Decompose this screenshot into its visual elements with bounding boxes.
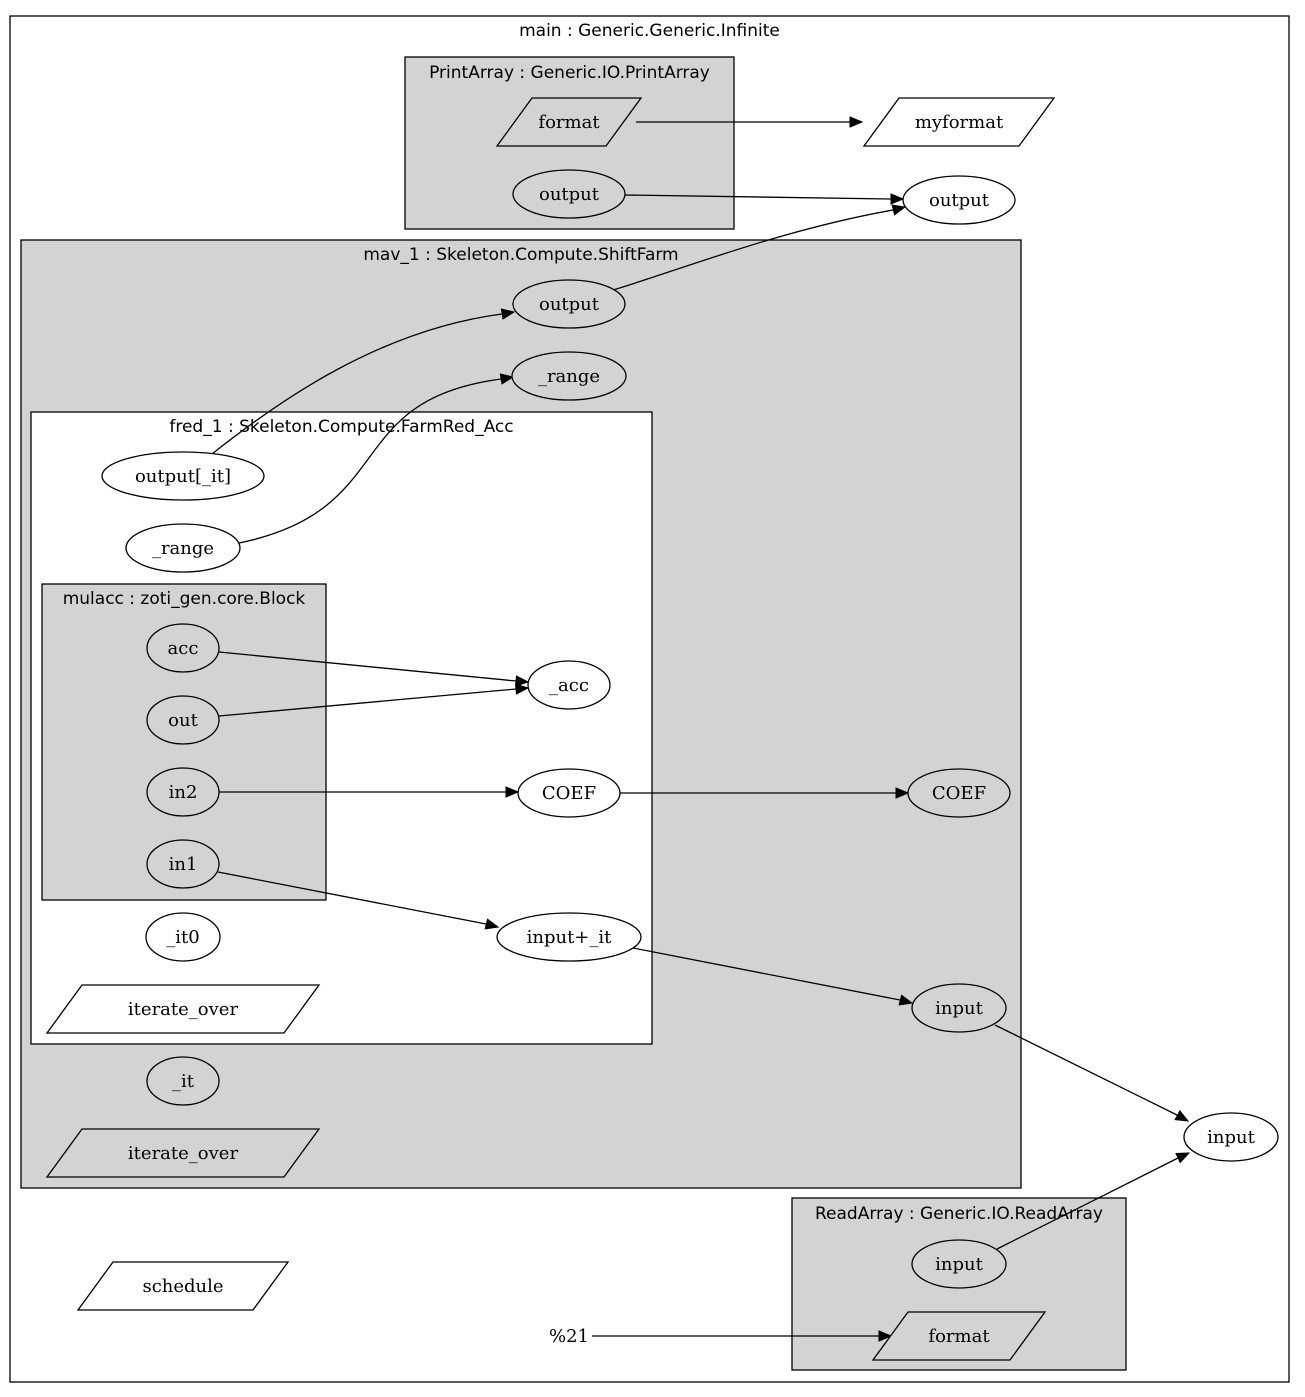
node-label: schedule	[142, 1276, 223, 1297]
node-fred-input-it[interactable]: input+_it	[496, 912, 642, 962]
node-fred-range[interactable]: _range	[125, 523, 241, 573]
cluster-label: fred_1 : Skeleton.Compute.FarmRed_Acc	[169, 417, 513, 437]
node-label: iterate_over	[128, 999, 239, 1020]
cluster-label: ReadArray : Generic.IO.ReadArray	[815, 1204, 1103, 1224]
node-mul-in1[interactable]: in1	[146, 839, 220, 889]
node-label: output[_it]	[135, 466, 231, 487]
node-label: output	[539, 184, 600, 205]
node-label: in2	[169, 782, 198, 803]
node-label: input	[935, 998, 983, 1019]
cluster-label: PrintArray : Generic.IO.PrintArray	[429, 63, 710, 83]
node-label: input	[935, 1254, 983, 1275]
node-mul-out[interactable]: out	[146, 695, 220, 745]
node-fred-iterate-over[interactable]: iterate_over	[45, 984, 321, 1034]
node-label: input	[1207, 1127, 1255, 1148]
node-label: _it	[172, 1071, 195, 1092]
node-mav-range[interactable]: _range	[511, 351, 627, 401]
node-label: input+_it	[527, 927, 613, 948]
node-label: out	[168, 710, 198, 731]
cluster-label: main : Generic.Generic.Infinite	[519, 21, 780, 41]
node-fred-it0[interactable]: _it0	[145, 912, 221, 962]
node-fred-coef[interactable]: COEF	[517, 768, 621, 818]
node-mul-in2[interactable]: in2	[146, 767, 220, 817]
node-label: in1	[169, 854, 198, 875]
node-mav-iterate-over[interactable]: iterate_over	[45, 1128, 321, 1178]
node-label: %21	[549, 1326, 589, 1347]
node-label: iterate_over	[128, 1143, 239, 1164]
cluster-label: mav_1 : Skeleton.Compute.ShiftFarm	[363, 245, 678, 265]
node-label: COEF	[542, 783, 596, 804]
node-label: _acc	[549, 675, 589, 696]
node-label: output	[539, 294, 600, 315]
cluster-label: mulacc : zoti_gen.core.Block	[63, 589, 306, 609]
node-label: format	[928, 1326, 990, 1347]
node-mav-input[interactable]: input	[911, 983, 1007, 1033]
node-label: acc	[168, 638, 199, 659]
node-main-output[interactable]: output	[902, 175, 1016, 225]
node-label: _it0	[166, 927, 199, 948]
node-label: _range	[152, 538, 214, 559]
node-label: _range	[538, 366, 600, 387]
node-main-input[interactable]: input	[1183, 1112, 1279, 1162]
node-pct21[interactable]: %21	[549, 1326, 589, 1347]
node-schedule[interactable]: schedule	[76, 1261, 290, 1311]
node-mav-coef[interactable]: COEF	[907, 768, 1011, 818]
node-label: COEF	[932, 783, 986, 804]
node-label: output	[929, 190, 990, 211]
node-mul-acc[interactable]: acc	[146, 623, 220, 673]
node-label: format	[538, 112, 600, 133]
node-fred-output-it[interactable]: output[_it]	[101, 451, 265, 501]
node-mav-output[interactable]: output	[512, 279, 626, 329]
dataflow-graph: main : Generic.Generic.Infinite PrintArra…	[9, 15, 1290, 1383]
node-pa-output[interactable]: output	[512, 169, 626, 219]
node-ra-input[interactable]: input	[911, 1239, 1007, 1289]
node-label: myformat	[915, 112, 1004, 133]
node-mav-it[interactable]: _it	[146, 1056, 220, 1106]
node-fred-acc[interactable]: _acc	[527, 660, 611, 710]
